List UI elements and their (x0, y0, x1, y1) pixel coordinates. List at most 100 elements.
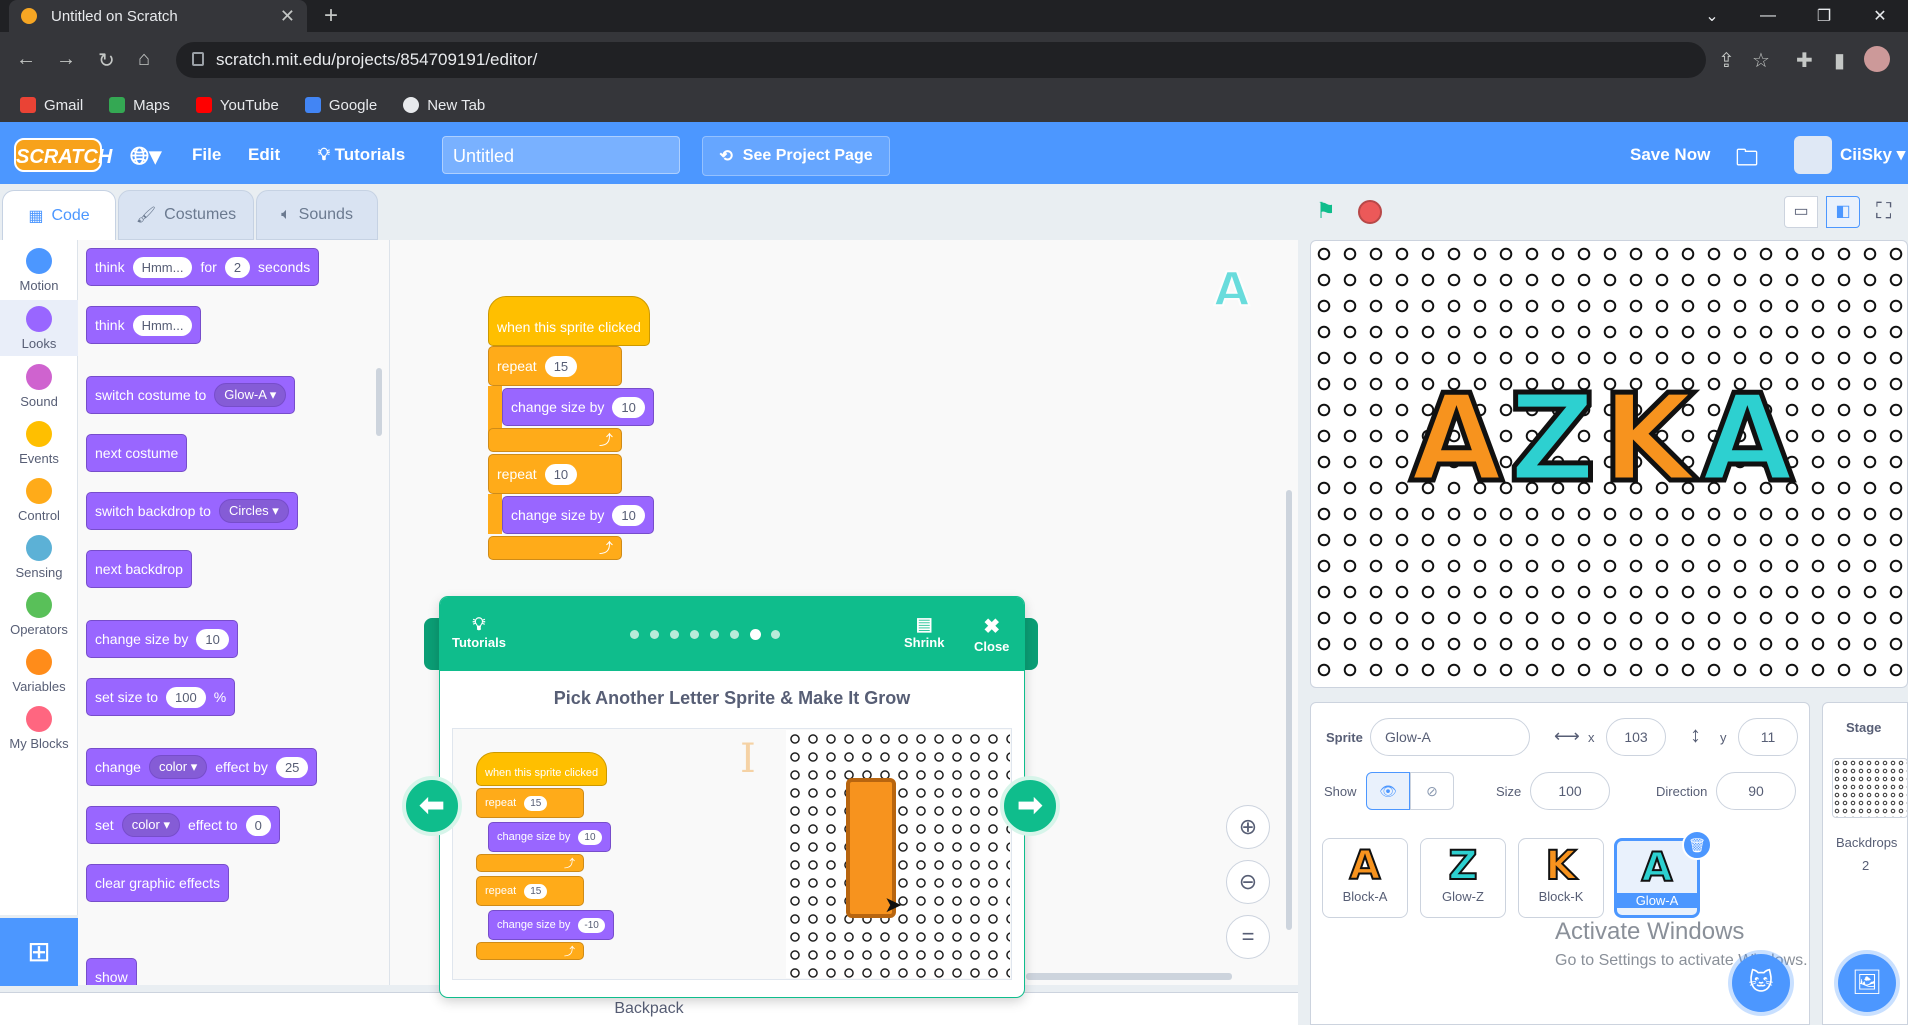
tutorials-button[interactable]: 💡︎ Tutorials (318, 145, 405, 165)
script-hscroll[interactable] (1026, 973, 1232, 980)
minimize-button[interactable]: — (1740, 7, 1796, 25)
sprite-thumb-glow-z[interactable]: Z Glow-Z (1420, 838, 1506, 918)
username-menu[interactable]: CiiSky ▾ (1840, 145, 1905, 165)
step-dot[interactable] (670, 630, 679, 639)
browser-tab[interactable]: Untitled on Scratch ✕ (9, 0, 307, 32)
tab-sounds[interactable]: 🔈︎ Sounds (256, 190, 378, 240)
stage-letter-k-block[interactable]: K (1599, 377, 1697, 502)
address-bar[interactable]: scratch.mit.edu/projects/854709191/edito… (176, 42, 1706, 78)
previous-step-button[interactable]: ⬅ (402, 776, 462, 836)
share-icon[interactable]: ⇪ (1718, 48, 1735, 73)
direction-input[interactable]: 90 (1716, 772, 1796, 810)
bookmark-youtube[interactable]: YouTube (195, 97, 279, 114)
stage-letter-z-glow[interactable]: Z (1506, 377, 1598, 502)
home-icon[interactable]: ⌂ (138, 48, 150, 71)
language-globe-icon[interactable]: 🌐︎▾ (130, 142, 161, 171)
category-looks[interactable]: Looks (0, 300, 78, 356)
category-variables[interactable]: Variables (0, 649, 78, 694)
tutorials-library-button[interactable]: 💡︎ Tutorials (452, 614, 506, 650)
choose-backdrop-icon[interactable]: 🖼︎ (1838, 954, 1896, 1012)
step-dot[interactable] (690, 630, 699, 639)
zoom-reset-icon[interactable]: = (1226, 915, 1270, 959)
stage-letter-a-block[interactable]: A (1408, 377, 1506, 502)
reload-icon[interactable]: ↻ (98, 48, 115, 73)
size-input[interactable]: 100 (1530, 772, 1610, 810)
show-visible-eye-icon[interactable]: 👁︎ (1366, 772, 1410, 810)
delete-sprite-trash-icon[interactable]: 🗑︎ (1682, 830, 1712, 860)
close-button[interactable]: ✖ Close (974, 614, 1009, 654)
costume-dropdown[interactable]: Glow-A ▾ (214, 383, 287, 407)
backdrop-dropdown[interactable]: Circles ▾ (218, 499, 289, 523)
shrink-button[interactable]: ▤ Shrink (904, 614, 944, 650)
close-tab-icon[interactable]: ✕ (280, 6, 295, 27)
fullscreen-icon[interactable]: ⛶ (1876, 198, 1891, 224)
category-control[interactable]: Control (0, 478, 78, 523)
close-window-button[interactable]: ✕ (1852, 6, 1908, 26)
block-think-for-seconds[interactable]: think Hmm... for 2 seconds (86, 248, 320, 286)
tab-costumes[interactable]: 🖌︎ Costumes (118, 190, 254, 240)
green-flag-icon[interactable]: ⚑ (1316, 198, 1336, 224)
add-extension-button[interactable]: ⊞ (0, 918, 78, 986)
scratch-logo[interactable]: SCRATCH (14, 138, 112, 172)
step-dot[interactable] (630, 630, 639, 639)
backdrop-thumbnail[interactable] (1832, 758, 1908, 818)
stop-icon[interactable] (1358, 200, 1382, 224)
sprite-thumb-block-a[interactable]: A Block-A (1322, 838, 1408, 918)
effect-dropdown[interactable]: color ▾ (121, 813, 181, 837)
block-switch-costume[interactable]: switch costume to Glow-A ▾ (86, 376, 296, 414)
small-stage-icon[interactable]: ▭ (1784, 196, 1818, 228)
step-dot[interactable] (650, 630, 659, 639)
extensions-icon[interactable]: ✚ (1796, 48, 1813, 73)
effect-dropdown[interactable]: color ▾ (148, 755, 208, 779)
step-dot[interactable] (710, 630, 719, 639)
back-icon[interactable]: ← (16, 48, 36, 71)
block-repeat-1[interactable]: repeat 15 (488, 346, 622, 386)
y-input[interactable]: 11 (1738, 718, 1798, 756)
bookmark-star-icon[interactable]: ☆ (1752, 48, 1770, 73)
my-stuff-folder-icon[interactable]: 🗀 (1736, 141, 1758, 179)
show-hidden-eye-icon[interactable]: ⊘ (1410, 772, 1454, 810)
tab-search-icon[interactable]: ⌄ (1684, 6, 1740, 26)
new-tab-button[interactable]: + (318, 4, 344, 30)
bookmark-new-tab[interactable]: New Tab (403, 97, 485, 114)
tab-code[interactable]: ▦ Code (2, 190, 116, 240)
step-dot[interactable] (771, 630, 780, 639)
bookmark-gmail[interactable]: Gmail (20, 97, 83, 114)
file-menu[interactable]: File (192, 145, 221, 165)
block-next-backdrop[interactable]: next backdrop (86, 550, 192, 588)
forward-icon[interactable]: → (56, 48, 76, 71)
zoom-out-icon[interactable]: ⊖ (1226, 860, 1270, 904)
category-sound[interactable]: Sound (0, 364, 78, 409)
step-dot-current[interactable] (750, 629, 761, 640)
block-when-sprite-clicked[interactable]: when this sprite clicked (488, 296, 650, 346)
project-title-input[interactable]: Untitled (442, 136, 680, 174)
block-change-effect[interactable]: change color ▾ effect by 25 (86, 748, 318, 786)
profile-avatar[interactable] (1864, 46, 1890, 72)
block-set-size[interactable]: set size to 100% (86, 678, 236, 716)
zoom-in-icon[interactable]: ⊕ (1226, 805, 1270, 849)
sidepanel-icon[interactable]: ▮ (1834, 48, 1845, 73)
sprite-thumb-block-k[interactable]: K Block-K (1518, 838, 1604, 918)
category-sensing[interactable]: Sensing (0, 535, 78, 580)
block-change-size-1[interactable]: change size by 10 (502, 388, 654, 426)
edit-menu[interactable]: Edit (248, 145, 280, 165)
block-show[interactable]: show (86, 958, 137, 985)
sprite-name-input[interactable]: Glow-A (1370, 718, 1530, 756)
large-stage-icon[interactable]: ◧ (1826, 196, 1860, 228)
block-think[interactable]: think Hmm... (86, 306, 202, 344)
choose-sprite-cat-icon[interactable]: 🐱︎ (1732, 954, 1790, 1012)
block-next-costume[interactable]: next costume (86, 434, 188, 472)
block-set-effect[interactable]: set color ▾ effect to 0 (86, 806, 280, 844)
user-avatar[interactable] (1794, 136, 1832, 174)
block-clear-graphic-effects[interactable]: clear graphic effects (86, 864, 230, 902)
next-step-button[interactable]: ➡ (1000, 776, 1060, 836)
restore-button[interactable]: ❐ (1796, 6, 1852, 26)
bookmark-maps[interactable]: Maps (109, 97, 170, 114)
category-my-blocks[interactable]: My Blocks (0, 706, 78, 751)
category-events[interactable]: Events (0, 421, 78, 466)
step-dot[interactable] (730, 630, 739, 639)
bookmark-google[interactable]: Google (304, 97, 377, 114)
block-repeat-2[interactable]: repeat 10 (488, 454, 622, 494)
block-change-size-2[interactable]: change size by 10 (502, 496, 654, 534)
stage-letter-a-glow[interactable]: A (1698, 377, 1796, 502)
